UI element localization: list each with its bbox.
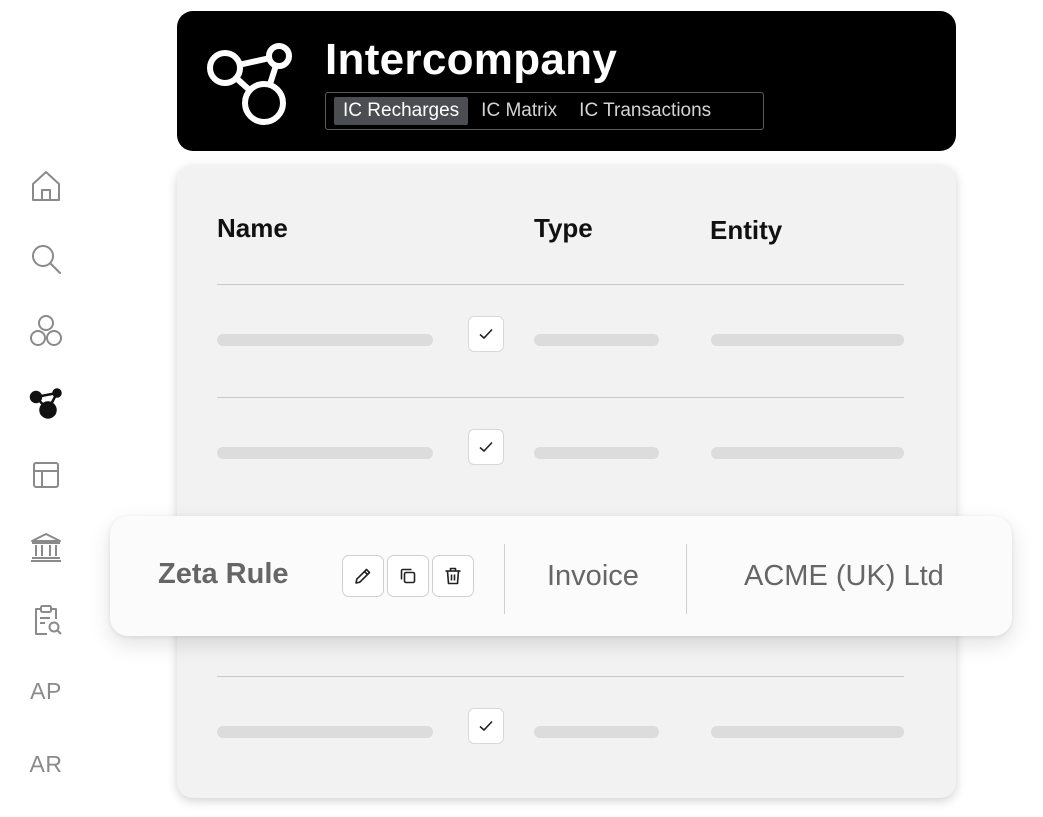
column-separator — [504, 544, 505, 614]
edit-button[interactable] — [342, 555, 384, 597]
name-placeholder — [217, 447, 433, 459]
recharges-table: Name Type Entity — [177, 165, 956, 798]
bank-icon — [31, 533, 61, 562]
entity-placeholder — [711, 447, 904, 459]
duplicate-button[interactable] — [387, 555, 429, 597]
table-icon — [33, 462, 59, 488]
type-placeholder — [534, 447, 659, 459]
sidebar-item-table[interactable] — [22, 451, 70, 499]
trash-icon — [445, 567, 461, 585]
divider — [217, 676, 904, 677]
check-icon — [479, 441, 493, 453]
column-separator — [686, 544, 687, 614]
tab-bar: IC Recharges IC Matrix IC Transactions — [325, 92, 764, 130]
row-entity: ACME (UK) Ltd — [744, 560, 944, 592]
check-icon — [479, 328, 493, 340]
type-placeholder — [534, 334, 659, 346]
clipboard-search-icon — [35, 605, 62, 635]
intercompany-icon — [29, 388, 62, 419]
sidebar-item-groups[interactable] — [22, 307, 70, 355]
sidebar-item-search[interactable] — [22, 235, 70, 283]
column-header-name[interactable]: Name — [217, 213, 288, 244]
sidebar-item-ar-label: AR — [29, 750, 63, 777]
check-icon — [479, 720, 493, 732]
divider — [217, 397, 904, 398]
sidebar-item-ap[interactable]: AP — [22, 667, 70, 715]
divider — [217, 284, 904, 285]
sidebar-item-bank[interactable] — [22, 523, 70, 571]
tab-ic-transactions[interactable]: IC Transactions — [570, 97, 720, 125]
row-name: Zeta Rule — [158, 558, 289, 590]
sidebar-item-intercompany[interactable] — [22, 379, 70, 427]
entity-placeholder — [711, 726, 904, 738]
sidebar-item-ar[interactable]: AR — [22, 740, 70, 788]
name-placeholder — [217, 334, 433, 346]
row-type: Invoice — [547, 560, 639, 592]
entity-placeholder — [711, 334, 904, 346]
sidebar: AP AR — [0, 0, 92, 817]
intercompany-logo-icon — [207, 43, 292, 125]
row-checkbox[interactable] — [468, 708, 504, 744]
tab-ic-recharges[interactable]: IC Recharges — [334, 97, 469, 125]
page-title: Intercompany — [325, 35, 618, 84]
row-checkbox[interactable] — [468, 316, 504, 352]
name-placeholder — [217, 726, 433, 738]
row-checkbox[interactable] — [468, 429, 504, 465]
column-header-entity[interactable]: Entity — [710, 215, 782, 246]
table-row-highlighted[interactable]: Zeta Rule Invoice ACME (UK) Ltd — [110, 516, 1012, 636]
app-header: Intercompany IC Recharges IC Matrix IC T… — [177, 11, 956, 151]
sidebar-item-home[interactable] — [22, 162, 70, 210]
edit-icon — [355, 568, 371, 584]
type-placeholder — [534, 726, 659, 738]
circles-icon — [30, 315, 62, 346]
search-icon — [32, 245, 61, 274]
home-icon — [32, 171, 60, 201]
column-header-type[interactable]: Type — [534, 213, 593, 244]
sidebar-item-audit[interactable] — [22, 596, 70, 644]
copy-icon — [400, 568, 416, 584]
tab-ic-matrix[interactable]: IC Matrix — [472, 97, 566, 125]
delete-button[interactable] — [432, 555, 474, 597]
sidebar-item-ap-label: AP — [30, 677, 62, 704]
